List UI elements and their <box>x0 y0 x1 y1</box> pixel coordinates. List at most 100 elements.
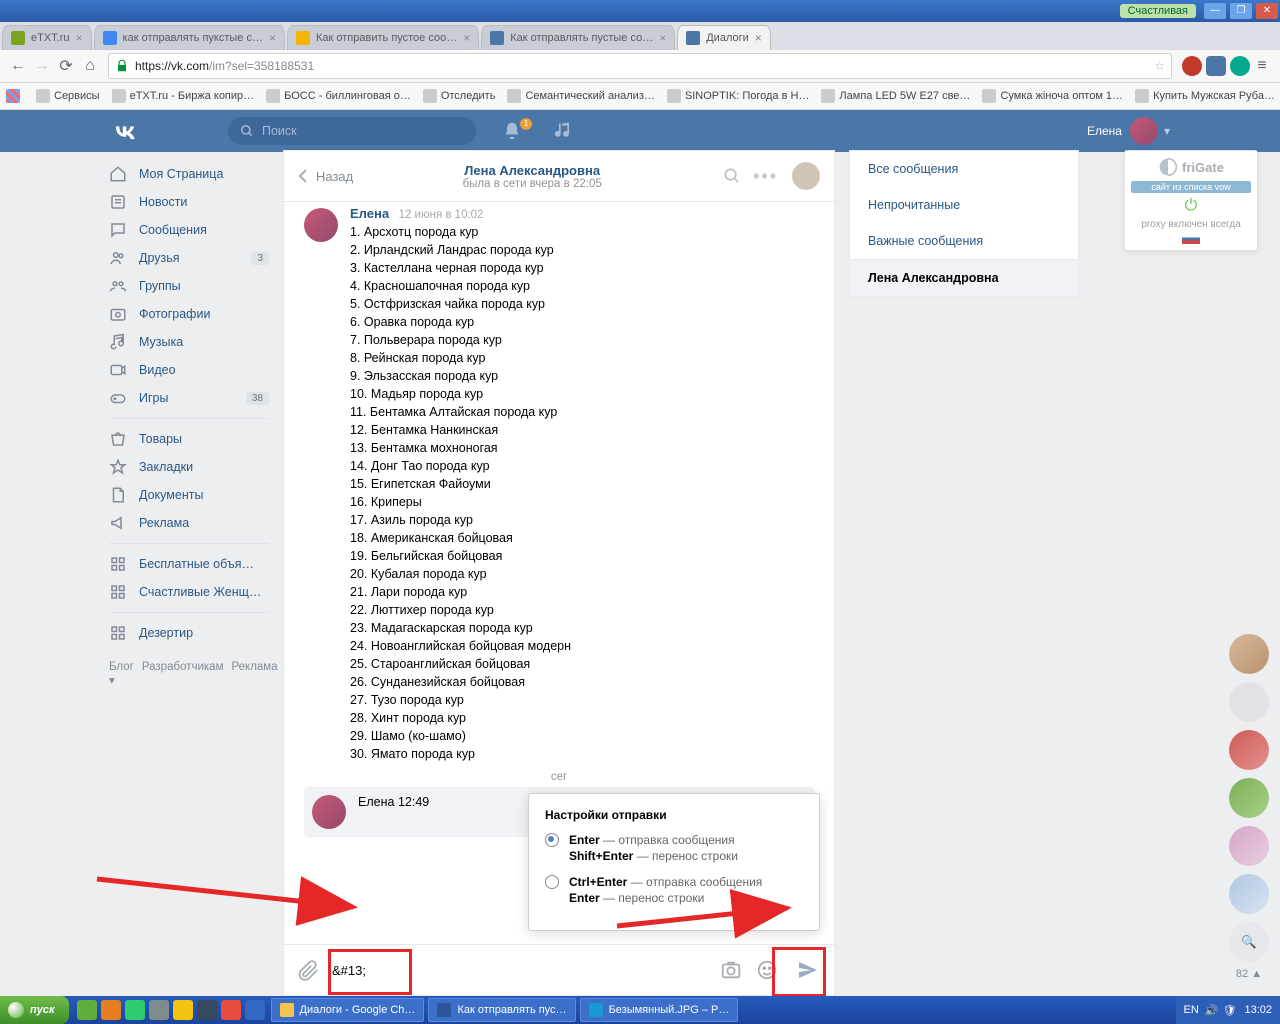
tab-close-icon[interactable]: × <box>269 31 276 45</box>
sidebar-item-docs[interactable]: Документы <box>109 481 269 509</box>
start-button[interactable]: пуск <box>0 996 69 1024</box>
sidebar-item-games[interactable]: Игры38 <box>109 384 269 412</box>
sidebar-item-groups[interactable]: Группы <box>109 272 269 300</box>
bookmark-item[interactable]: Семантический анализ… <box>507 89 654 103</box>
message-input[interactable] <box>330 962 706 979</box>
folder-active-peer[interactable]: Лена Александровна <box>850 259 1078 296</box>
topbar-user-menu[interactable]: Елена ▾ <box>1087 117 1170 145</box>
folder-all[interactable]: Все сообщения <box>850 151 1078 187</box>
os-minimize-button[interactable]: — <box>1204 3 1226 19</box>
mini-chat-avatar[interactable] <box>1229 682 1269 722</box>
tab-close-icon[interactable]: × <box>659 31 666 45</box>
chat-peer-name[interactable]: Лена Александровна <box>353 163 711 178</box>
message-avatar[interactable] <box>304 208 338 242</box>
send-option-ctrl-enter[interactable]: Ctrl+Enter — отправка сообщенияEnter — п… <box>545 874 803 906</box>
sidebar-item-video[interactable]: Видео <box>109 356 269 384</box>
vk-search-input[interactable]: Поиск <box>228 117 476 145</box>
quicklaunch-icon[interactable] <box>221 1000 241 1020</box>
browser-tab[interactable]: eTXT.ru× <box>2 25 92 50</box>
emoji-icon[interactable] <box>756 959 778 981</box>
chat-peer-avatar[interactable] <box>792 162 820 190</box>
tab-close-icon[interactable]: × <box>76 31 83 45</box>
vk-logo-icon[interactable] <box>110 117 138 145</box>
quicklaunch-icon[interactable] <box>149 1000 169 1020</box>
mini-chats-count[interactable]: 82 ▲ <box>1236 968 1262 980</box>
bookmark-item[interactable]: eTXT.ru - Биржа копир… <box>112 89 255 103</box>
browser-tab[interactable]: Как отправить пустое соо…× <box>287 25 479 50</box>
tray-lang[interactable]: EN <box>1184 1004 1199 1016</box>
tab-close-icon[interactable]: × <box>755 31 762 45</box>
quicklaunch-icon[interactable] <box>77 1000 97 1020</box>
tray-clock[interactable]: 13:02 <box>1244 1004 1272 1016</box>
mini-chat-search[interactable]: 🔍 <box>1229 922 1269 962</box>
tray-volume-icon[interactable]: 🔊 <box>1205 1004 1219 1017</box>
bookmark-item[interactable]: SINOPTIK: Погода в Н… <box>667 89 810 103</box>
bookmark-item[interactable]: Сумка жіноча оптом 1… <box>982 89 1123 103</box>
frigate-widget[interactable]: friGate сайт из списка vow ⏻ proxy включ… <box>1124 150 1258 251</box>
mini-chat-avatar[interactable] <box>1229 874 1269 914</box>
quicklaunch-icon[interactable] <box>245 1000 265 1020</box>
folder-unread[interactable]: Непрочитанные <box>850 187 1078 223</box>
sidebar-item-fav[interactable]: Закладки <box>109 453 269 481</box>
sidebar-item-grid[interactable]: Счастливые Женщ… <box>109 578 269 606</box>
send-button[interactable] <box>796 958 820 982</box>
bookmark-item[interactable]: Лампа LED 5W E27 све… <box>821 89 970 103</box>
extension-frigate-icon[interactable] <box>1206 56 1226 76</box>
tab-close-icon[interactable]: × <box>463 31 470 45</box>
message-sender[interactable]: Елена <box>358 795 394 809</box>
sidebar-item-grid[interactable]: Дезертир <box>109 619 269 647</box>
sidebar-item-photos[interactable]: Фотографии <box>109 300 269 328</box>
attach-icon[interactable] <box>298 959 320 981</box>
extension-abp-icon[interactable] <box>1182 56 1202 76</box>
os-maximize-button[interactable]: ❐ <box>1230 3 1252 19</box>
footer-link[interactable]: Разработчикам <box>142 661 224 673</box>
nav-reload-button[interactable]: ⟳ <box>54 54 78 78</box>
nav-home-button[interactable]: ⌂ <box>78 54 102 78</box>
os-close-button[interactable]: ✕ <box>1256 3 1278 19</box>
notifications-icon[interactable]: 1 <box>502 121 528 141</box>
bookmark-item[interactable]: БОСС - биллинговая о… <box>266 89 411 103</box>
message-avatar[interactable] <box>312 795 346 829</box>
quicklaunch-icon[interactable] <box>197 1000 217 1020</box>
extension-p-icon[interactable] <box>1230 56 1250 76</box>
nav-forward-button[interactable]: → <box>30 54 54 78</box>
address-bar[interactable]: https://vk.com/im?sel=358188531 ☆ <box>108 53 1172 79</box>
sidebar-item-grid[interactable]: Бесплатные объя… <box>109 550 269 578</box>
chat-search-icon[interactable] <box>723 167 741 185</box>
taskbar-task[interactable]: Как отправлять пус… <box>428 998 575 1022</box>
message-sender[interactable]: Елена <box>350 206 389 221</box>
send-option-enter[interactable]: Enter — отправка сообщенияShift+Enter — … <box>545 832 803 864</box>
bookmark-star-icon[interactable]: ☆ <box>1154 59 1165 73</box>
footer-link[interactable]: Блог <box>109 661 134 673</box>
tray-shield-icon[interactable]: 🛡 <box>1223 1004 1237 1017</box>
mini-chat-avatar[interactable] <box>1229 778 1269 818</box>
back-button[interactable]: Назад <box>298 168 353 184</box>
sidebar-item-home[interactable]: Моя Страница <box>109 160 269 188</box>
sidebar-item-news[interactable]: Новости <box>109 188 269 216</box>
photo-icon[interactable] <box>720 959 742 981</box>
chrome-menu-button[interactable]: ≡ <box>1250 54 1274 78</box>
folder-important[interactable]: Важные сообщения <box>850 223 1078 259</box>
bookmark-item[interactable]: Сервисы <box>36 89 100 103</box>
quicklaunch-icon[interactable] <box>125 1000 145 1020</box>
mini-chat-avatar[interactable] <box>1229 826 1269 866</box>
system-tray[interactable]: EN 🔊 🛡 13:02 <box>1176 996 1280 1024</box>
chat-more-icon[interactable]: ••• <box>753 166 778 187</box>
music-topbar-icon[interactable] <box>554 121 580 141</box>
browser-tab[interactable]: как отправлять пукстые с…× <box>94 25 285 50</box>
mini-chat-avatar[interactable] <box>1229 730 1269 770</box>
quicklaunch-icon[interactable] <box>101 1000 121 1020</box>
taskbar-task[interactable]: Диалоги - Google Ch… <box>271 998 425 1022</box>
browser-tab[interactable]: Как отправлять пустые со…× <box>481 25 675 50</box>
quicklaunch-icon[interactable] <box>173 1000 193 1020</box>
bookmark-item[interactable]: Отследить <box>423 89 496 103</box>
nav-back-button[interactable]: ← <box>6 54 30 78</box>
sidebar-item-market[interactable]: Товары <box>109 425 269 453</box>
apps-shortcut[interactable] <box>6 89 24 103</box>
taskbar-task[interactable]: Безымянный.JPG – P… <box>580 998 739 1022</box>
sidebar-item-friends[interactable]: Друзья3 <box>109 244 269 272</box>
footer-link[interactable]: Реклама <box>231 661 277 673</box>
browser-tab[interactable]: Диалоги× <box>677 25 771 50</box>
sidebar-item-ads[interactable]: Реклама <box>109 509 269 537</box>
sidebar-item-msg[interactable]: Сообщения <box>109 216 269 244</box>
